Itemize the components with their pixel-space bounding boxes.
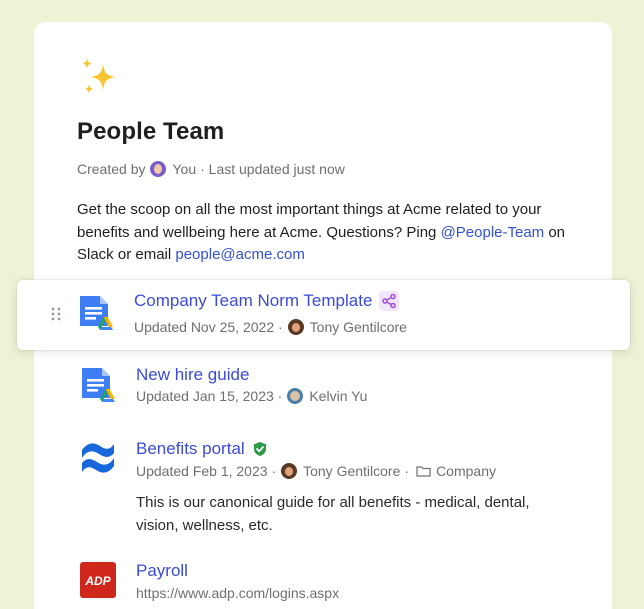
share-icon[interactable] (379, 291, 400, 311)
folder-icon (416, 466, 431, 477)
slack-handle-link[interactable]: @People-Team (441, 224, 545, 241)
list-item-url[interactable]: https://www.adp.com/logins.aspx (136, 585, 339, 601)
list-item-description: This is our canonical guide for all bene… (136, 494, 530, 534)
collection-description: Get the scoop on all the most important … (77, 199, 567, 267)
item-updated: Updated Nov 25, 2022 · (134, 319, 283, 335)
svg-text:ADP: ADP (84, 574, 111, 588)
list-item-title[interactable]: Payroll (136, 561, 188, 581)
adp-icon: ADP (80, 562, 116, 598)
google-docs-icon (80, 296, 113, 330)
google-docs-icon (82, 368, 115, 402)
list-item-title[interactable]: Benefits portal (136, 439, 268, 459)
item-updated: Updated Jan 15, 2023 · (136, 388, 283, 404)
list-item-title[interactable]: New hire guide (136, 365, 249, 385)
avatar (150, 161, 167, 177)
meta-separator: · (404, 463, 410, 479)
item-author[interactable]: Tony Gentilcore (303, 463, 400, 479)
item-author[interactable]: Kelvin Yu (309, 388, 367, 404)
collection-meta: Created by You · Last updated just now (77, 161, 345, 177)
avatar (287, 388, 304, 404)
page-frame: People Team Created by You · Last update… (0, 0, 644, 609)
email-link[interactable]: people@acme.com (175, 246, 304, 263)
list-item-meta: Updated Feb 1, 2023 · Tony Gentilcore · … (136, 463, 496, 479)
item-author[interactable]: Tony Gentilcore (310, 319, 407, 335)
avatar (287, 319, 304, 335)
confluence-icon (82, 443, 114, 473)
creator-name[interactable]: You (172, 161, 196, 177)
list-item-title[interactable]: Company Team Norm Template (134, 291, 400, 311)
list-item-meta: Updated Nov 25, 2022 · Tony Gentilcore (134, 319, 407, 335)
drag-handle-icon[interactable] (51, 307, 61, 321)
item-folder[interactable]: Company (436, 463, 496, 479)
avatar (281, 463, 298, 479)
verified-icon (253, 442, 266, 456)
page-title: People Team (77, 118, 225, 145)
item-title-text[interactable]: Benefits portal (136, 439, 245, 459)
last-updated: · Last updated just now (200, 161, 345, 177)
created-by-label: Created by (77, 161, 146, 177)
item-updated: Updated Feb 1, 2023 · (136, 463, 277, 479)
list-item-meta: Updated Jan 15, 2023 · Kelvin Yu (136, 388, 367, 404)
item-title-text[interactable]: New hire guide (136, 365, 249, 385)
item-title-text[interactable]: Payroll (136, 561, 188, 581)
sparkles-icon (82, 58, 115, 94)
item-title-text[interactable]: Company Team Norm Template (134, 291, 372, 311)
